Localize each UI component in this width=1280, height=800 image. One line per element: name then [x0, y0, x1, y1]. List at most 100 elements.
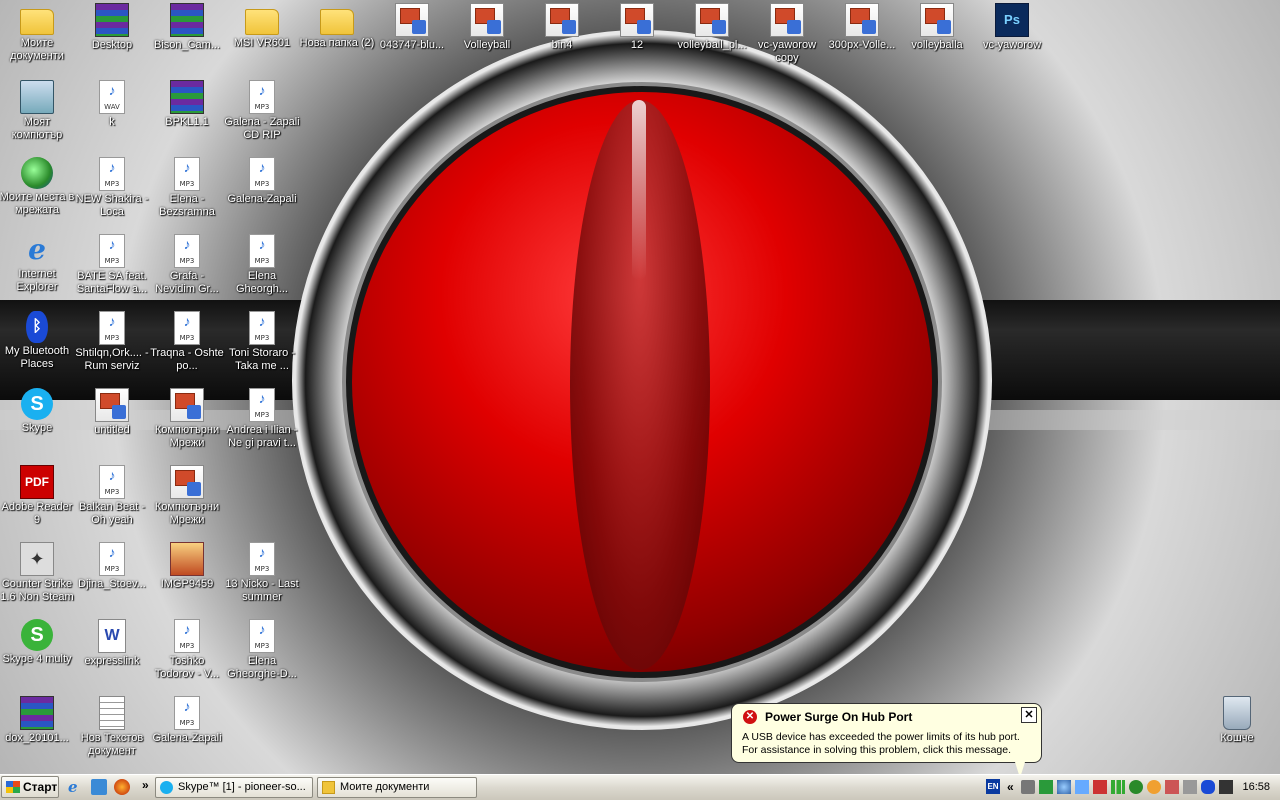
desktop-icon[interactable]: Нов Текстов документ [74, 696, 150, 758]
orange-tray-icon[interactable] [1147, 780, 1161, 794]
mp3-file-icon [99, 542, 125, 576]
desktop-icon[interactable]: Elena Gheorghe-D... [224, 619, 300, 681]
desktop-icon-label: Shtilqn,Ork.... - Rum serviz [75, 347, 149, 372]
photoshop-icon: Ps [995, 3, 1029, 37]
desktop-icon[interactable]: S Skype 4 multy [0, 619, 75, 666]
desktop-icon[interactable]: Galena - Zapali CD RIP [224, 80, 300, 142]
quick-launch-show-desktop-icon[interactable] [91, 779, 107, 795]
desktop-icon[interactable]: Bison_Cam... [149, 3, 225, 52]
tool-tray-icon[interactable] [1183, 780, 1197, 794]
desktop[interactable]: Моите документи Desktop Bison_Cam... MSI VR… [0, 0, 1280, 774]
desktop-icon[interactable]: Balkan Beat - Oh yeah [74, 465, 150, 527]
green-circle-tray-icon[interactable] [1129, 780, 1143, 794]
desktop-icon[interactable]: Ps vc-yaworow [974, 3, 1050, 52]
mp3-file-icon [174, 234, 200, 268]
taskbar-button-skype[interactable]: Skype™ [1] - pioneer-so... [155, 777, 313, 798]
desktop-icon-label: Toshko Todorov - V... [154, 655, 220, 680]
desktop-icon[interactable]: Моят компютър [0, 80, 75, 142]
red-tray-icon[interactable] [1165, 780, 1179, 794]
desktop-icon[interactable]: BPKL1.1 [149, 80, 225, 129]
desktop-icon[interactable]: S Skype [0, 388, 75, 435]
desktop-icon[interactable]: Djina_Stoev... [74, 542, 150, 591]
image-file-icon [170, 542, 204, 576]
desktop-icon[interactable]: Galena-Zapali [224, 157, 300, 206]
mp3-file-icon [249, 311, 275, 345]
start-button[interactable]: Старт [1, 776, 59, 798]
desktop-icon[interactable]: Galena-Zapali [149, 696, 225, 745]
computer-icon [20, 80, 54, 114]
desktop-icon[interactable]: Компютърни Мрежи [149, 465, 225, 527]
desktop-icon[interactable]: Elena Gheorgh... [224, 234, 300, 296]
network-tray-icon[interactable] [1075, 780, 1089, 794]
usb-tray-icon[interactable] [1021, 780, 1035, 794]
show-hidden-icons-chevron[interactable]: « [1007, 780, 1014, 794]
desktop-icon[interactable]: Нова папка (2) [299, 3, 375, 50]
desktop-icon[interactable]: BATE SA feat. SantaFlow a... [74, 234, 150, 296]
mp3-file-icon [249, 542, 275, 576]
desktop-icon[interactable]: IMGP9459 [149, 542, 225, 591]
mp3-file-icon [99, 465, 125, 499]
taskbar-button-my-documents[interactable]: Моите документи [317, 777, 477, 798]
security-tray-icon[interactable] [1093, 780, 1107, 794]
desktop-icon[interactable]: bin4 [524, 3, 600, 52]
desktop-icon[interactable]: e Internet Explorer [0, 234, 75, 294]
tray-app-icon[interactable] [1039, 780, 1053, 794]
quick-launch-more-chevron[interactable]: » [142, 778, 149, 792]
language-indicator[interactable]: EN [986, 779, 1000, 794]
monitor-tray-icon[interactable] [1219, 780, 1233, 794]
desktop-icon[interactable]: Shtilqn,Ork.... - Rum serviz [74, 311, 150, 373]
desktop-icon[interactable]: Моите места в мрежата [0, 157, 75, 217]
search-tray-icon[interactable] [1057, 780, 1071, 794]
desktop-icon-label: Traqna - Oshte po... [150, 347, 224, 372]
desktop-icon-label: Counter Strike 1.6 Non Steam [0, 578, 74, 603]
desktop-icon[interactable]: Toshko Todorov - V... [149, 619, 225, 681]
desktop-icon[interactable]: volleyballa [899, 3, 975, 52]
desktop-icon[interactable]: Toni Storaro -Taka me ... [224, 311, 300, 373]
desktop-icon[interactable]: vc-yaworow copy [749, 3, 825, 65]
desktop-icon[interactable]: Traqna - Oshte po... [149, 311, 225, 373]
clock[interactable]: 16:58 [1242, 781, 1270, 793]
windows-logo-icon [6, 781, 20, 793]
desktop-icon[interactable]: untitled [74, 388, 150, 437]
desktop-icon[interactable]: Grafa - Nevidim Gr... [149, 234, 225, 296]
desktop-icon[interactable]: Wexpresslink [74, 619, 150, 668]
desktop-icon-label: Bison_Cam... [153, 39, 221, 51]
desktop-icon[interactable]: MSI VR601 [224, 3, 300, 50]
wallpaper-shine [632, 100, 646, 280]
desktop-icon[interactable]: 043747-blu... [374, 3, 450, 52]
usb-power-surge-notification[interactable]: ✕ Power Surge On Hub Port A USB device h… [731, 703, 1042, 774]
desktop-icon[interactable]: Моите документи [0, 3, 75, 63]
close-notification-button[interactable]: ✕ [1021, 707, 1037, 723]
desktop-icon[interactable]: Кошче [1199, 696, 1275, 745]
desktop-icon[interactable]: Elena - Bezsramna [149, 157, 225, 219]
desktop-icon[interactable]: 12 [599, 3, 675, 52]
signal-tray-icon[interactable] [1111, 780, 1125, 794]
powerpoint-icon [95, 388, 129, 422]
desktop-icon[interactable]: Volleyball [449, 3, 525, 52]
notification-message[interactable]: A USB device has exceeded the power limi… [742, 731, 1032, 757]
desktop-icon[interactable]: 13 Nicko - Last summer [224, 542, 300, 604]
counter-strike-icon: ✦ [20, 542, 54, 576]
powerpoint-icon [620, 3, 654, 37]
desktop-icon[interactable]: 300px-Volle... [824, 3, 900, 52]
quick-launch-firefox-icon[interactable] [114, 779, 130, 795]
desktop-icon[interactable]: ᛒ My Bluetooth Places [0, 311, 75, 371]
desktop-icon[interactable]: PDF Adobe Reader 9 [0, 465, 75, 527]
text-file-icon [99, 696, 125, 730]
quick-launch-internet-explorer-icon[interactable]: e [68, 779, 84, 795]
desktop-icon-label: Моите документи [10, 37, 64, 62]
desktop-icon[interactable]: k [74, 80, 150, 129]
desktop-icon[interactable]: dox_20101... [0, 696, 75, 745]
wav-file-icon [99, 80, 125, 114]
desktop-icon[interactable]: Andrea i Ilian - Ne gi pravi t... [224, 388, 300, 450]
mp3-file-icon [174, 696, 200, 730]
desktop-icon-label: vc-yaworow [982, 39, 1042, 51]
desktop-icon[interactable]: Компютърни Мрежи [149, 388, 225, 450]
desktop-icon[interactable]: NEW Shakira - Loca [74, 157, 150, 219]
desktop-icon[interactable]: ✦ Counter Strike 1.6 Non Steam [0, 542, 75, 604]
notification-title: Power Surge On Hub Port [765, 710, 913, 724]
desktop-icon[interactable]: volleyball_pl... [674, 3, 750, 52]
desktop-icon[interactable]: Desktop [74, 3, 150, 52]
desktop-icon-label: volleyballa [911, 39, 963, 51]
bluetooth-tray-icon[interactable] [1201, 780, 1215, 794]
